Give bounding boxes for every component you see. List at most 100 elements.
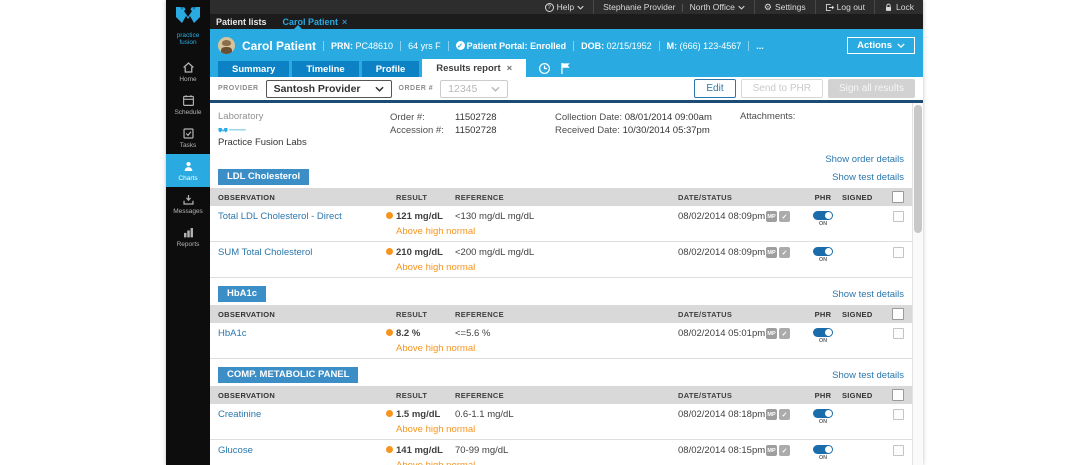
lab-info: Laboratory Practice Fusion Labs Order #:…: [210, 103, 912, 148]
observation-link[interactable]: SUM Total Cholesterol: [218, 247, 312, 258]
select-all-checkbox[interactable]: [892, 191, 904, 203]
sign-checkbox[interactable]: [893, 247, 904, 258]
actions-button[interactable]: Actions: [847, 37, 915, 54]
observation-link[interactable]: Total LDL Cholesterol - Direct: [218, 211, 342, 222]
scrollbar-thumb[interactable]: [914, 105, 922, 233]
phr-toggle[interactable]: [813, 247, 833, 256]
messages-icon: [182, 193, 195, 206]
signed-check-icon[interactable]: ✓: [779, 247, 790, 258]
result-value: 141 mg/dL: [396, 445, 443, 456]
close-icon[interactable]: ×: [507, 63, 513, 74]
sign-checkbox[interactable]: [893, 409, 904, 420]
show-test-details-link[interactable]: Show test details: [832, 172, 904, 183]
abnormal-flag: Above high normal: [396, 262, 476, 273]
observation-link[interactable]: Glucose: [218, 445, 253, 456]
brand-text: practice fusion: [176, 32, 200, 46]
result-row: SUM Total Cholesterol 210 mg/dL Above hi…: [210, 242, 912, 278]
sidebar-item-home[interactable]: Home: [166, 55, 210, 88]
provider-dropdown[interactable]: Santosh Provider: [265, 79, 392, 98]
signed-check-icon[interactable]: ✓: [779, 445, 790, 456]
help-label: Help: [556, 2, 575, 12]
section-title-badge: LDL Cholesterol: [218, 169, 310, 185]
date-status: 08/02/2014 05:01pm: [678, 328, 766, 339]
reference-range: <=5.6 %: [455, 328, 491, 339]
sidebar-item-schedule[interactable]: Schedule: [166, 88, 210, 121]
phr-state: ON: [818, 257, 828, 263]
tab-carol-patient[interactable]: Carol Patient ×: [283, 17, 348, 27]
show-order-details-link[interactable]: Show order details: [825, 154, 904, 165]
send-to-phr-button[interactable]: Send to PHR: [740, 79, 823, 98]
result-row: Glucose 141 mg/dL Above high normal 70-9…: [210, 440, 912, 465]
result-value: 121 mg/dL: [396, 211, 443, 222]
lock-button[interactable]: Lock: [874, 0, 923, 14]
flag-icon[interactable]: [560, 62, 571, 75]
tab-results-report[interactable]: Results report ×: [422, 59, 527, 77]
sidebar-item-charts[interactable]: Charts: [166, 154, 210, 187]
mp-badge[interactable]: MP: [766, 247, 777, 258]
sign-checkbox[interactable]: [893, 211, 904, 222]
phr-state: ON: [818, 455, 828, 461]
mp-badge[interactable]: MP: [766, 211, 777, 222]
logout-button[interactable]: Log out: [814, 0, 874, 14]
result-row: Creatinine 1.5 mg/dL Above high normal 0…: [210, 404, 912, 440]
order-number-dropdown[interactable]: 12345: [440, 79, 509, 98]
mp-badge[interactable]: MP: [766, 409, 777, 420]
section-title-badge: HbA1c: [218, 286, 267, 302]
practice-fusion-logo-icon[interactable]: [175, 0, 201, 32]
chevron-down-icon: [491, 86, 500, 92]
result-value: 8.2 %: [396, 328, 421, 339]
observation-link[interactable]: Creatinine: [218, 409, 261, 420]
close-icon[interactable]: ×: [342, 17, 347, 27]
sign-checkbox[interactable]: [893, 328, 904, 339]
tab-patient-lists[interactable]: Patient lists: [216, 17, 267, 27]
chart-tab-bar: Summary Timeline Profile Results report …: [210, 59, 923, 77]
phr-toggle[interactable]: [813, 211, 833, 220]
show-test-details-link[interactable]: Show test details: [832, 370, 904, 381]
section-hba1c: HbA1c Show test details OBSERVATION RESU…: [210, 284, 912, 359]
date-status: 08/02/2014 08:18pm: [678, 409, 766, 420]
edit-button[interactable]: Edit: [694, 79, 736, 98]
signed-check-icon[interactable]: ✓: [779, 409, 790, 420]
active-tab-underline: [210, 25, 923, 32]
sidebar-item-reports[interactable]: Reports: [166, 220, 210, 253]
phr-toggle[interactable]: [813, 409, 833, 418]
settings-button[interactable]: ⚙ Settings: [753, 0, 815, 14]
patient-header: Carol Patient PRN: PC48610 64 yrs F ✓ Pa…: [210, 32, 923, 59]
user-office-menu[interactable]: Stephanie Provider | North Office: [593, 0, 754, 14]
date-status: 08/02/2014 08:15pm: [678, 445, 766, 456]
more-ellipsis[interactable]: ...: [756, 41, 764, 51]
order-no-label: Order #:: [390, 112, 425, 123]
mp-badge[interactable]: MP: [766, 445, 777, 456]
tab-timeline[interactable]: Timeline: [292, 61, 359, 77]
gear-icon: ⚙: [763, 1, 772, 12]
phr-toggle[interactable]: [813, 445, 833, 454]
tab-summary[interactable]: Summary: [218, 61, 290, 77]
select-all-checkbox[interactable]: [892, 308, 904, 320]
sign-checkbox[interactable]: [893, 445, 904, 456]
date-status: 08/02/2014 08:09pm: [678, 247, 766, 258]
patient-dob: DOB: 02/15/1952: [581, 40, 652, 51]
signed-check-icon[interactable]: ✓: [779, 328, 790, 339]
collection-date: Collection Date: 08/01/2014 09:00am: [555, 112, 712, 123]
select-all-checkbox[interactable]: [892, 389, 904, 401]
history-clock-icon[interactable]: [538, 62, 551, 75]
abnormal-dot: [386, 212, 393, 219]
sidebar-item-label: Messages: [173, 208, 203, 215]
results-tab-label: Results report: [436, 62, 501, 74]
abnormal-flag: Above high normal: [396, 424, 476, 435]
patient-avatar[interactable]: [218, 37, 235, 54]
observation-link[interactable]: HbA1c: [218, 328, 247, 339]
tab-profile[interactable]: Profile: [361, 61, 420, 77]
show-test-details-link[interactable]: Show test details: [832, 289, 904, 300]
sign-all-results-button[interactable]: Sign all results: [827, 79, 915, 98]
result-value: 1.5 mg/dL: [396, 409, 441, 420]
phr-state: ON: [818, 221, 828, 227]
sidebar-item-messages[interactable]: Messages: [166, 187, 210, 220]
help-menu[interactable]: ? Help: [536, 0, 593, 14]
mp-badge[interactable]: MP: [766, 328, 777, 339]
signed-check-icon[interactable]: ✓: [779, 211, 790, 222]
sidebar-item-label: Reports: [176, 241, 200, 248]
phr-toggle[interactable]: [813, 328, 833, 337]
vertical-scrollbar[interactable]: [912, 103, 923, 465]
sidebar-item-tasks[interactable]: Tasks: [166, 121, 210, 154]
